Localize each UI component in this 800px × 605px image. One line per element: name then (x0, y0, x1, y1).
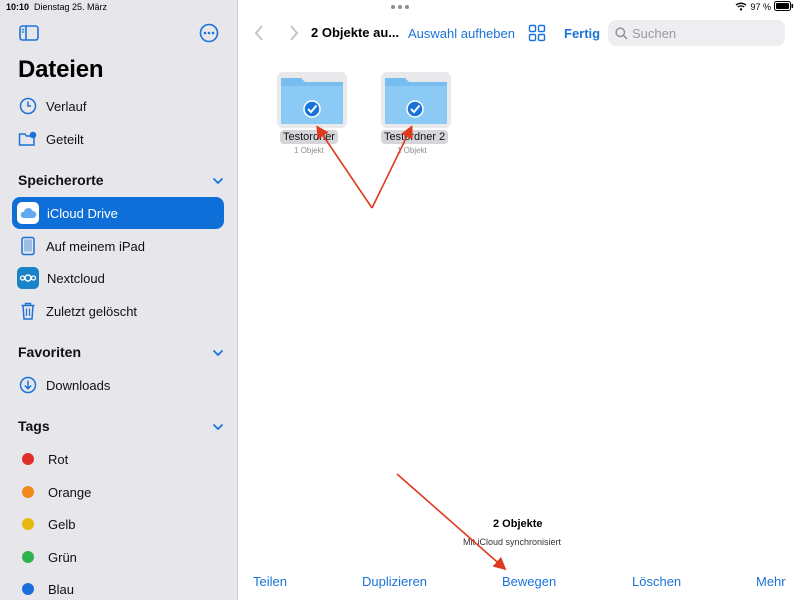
section-heading: Favoriten (18, 344, 82, 360)
chevron-down-icon (212, 418, 224, 434)
wifi-icon (735, 2, 747, 13)
search-icon (615, 26, 628, 40)
sidebar-tag-blau[interactable]: Blau (12, 573, 224, 605)
ipad-icon (18, 236, 38, 256)
sidebar-item-icloud-drive[interactable]: iCloud Drive (12, 197, 224, 229)
sidebar-item-label: Gelb (48, 516, 76, 532)
sidebar: 10:10 Dienstag 25. März Dateien Verlauf … (0, 0, 238, 600)
sidebar-item-label: Zuletzt gelöscht (46, 303, 138, 319)
folder-item[interactable]: Testordner 2 1 Objekt (381, 72, 451, 155)
deselect-button[interactable]: Auswahl aufheben (408, 26, 515, 41)
delete-button[interactable]: Löschen (632, 574, 681, 589)
sidebar-item-verlauf[interactable]: Verlauf (12, 90, 224, 122)
clock-icon (18, 96, 38, 116)
sidebar-item-label: Verlauf (46, 98, 87, 114)
folder-thumbnail (277, 72, 347, 128)
sidebar-item-label: Auf meinem iPad (46, 238, 145, 254)
section-speicherorte[interactable]: Speicherorte (18, 169, 224, 191)
more-button[interactable]: Mehr (756, 574, 786, 589)
folder-item-count: 1 Objekt (294, 146, 324, 155)
sidebar-tag-gruen[interactable]: Grün (12, 541, 224, 573)
tag-color-dot (22, 518, 34, 530)
grid-view-icon[interactable] (528, 24, 546, 42)
tag-color-dot (22, 583, 34, 595)
multitasking-dots-icon[interactable] (390, 4, 410, 10)
nextcloud-icon (17, 267, 39, 289)
more-options-icon[interactable] (198, 22, 220, 44)
duplicate-button[interactable]: Duplizieren (362, 574, 427, 589)
sidebar-item-nextcloud[interactable]: Nextcloud (12, 262, 224, 294)
sidebar-item-label: Blau (48, 581, 75, 597)
section-favoriten[interactable]: Favoriten (18, 341, 224, 363)
sidebar-item-trash[interactable]: Zuletzt gelöscht (12, 295, 224, 327)
tag-color-dot (22, 453, 34, 465)
folder-icon (281, 78, 343, 124)
sidebar-item-label: iCloud Drive (47, 205, 118, 221)
sidebar-item-downloads[interactable]: Downloads (12, 369, 224, 401)
app-title: Dateien (18, 56, 104, 83)
done-button[interactable]: Fertig (564, 26, 600, 41)
sidebar-item-label: Orange (48, 484, 92, 500)
download-icon (18, 375, 38, 395)
tag-color-dot (22, 486, 34, 498)
folder-item-count: 1 Objekt (397, 146, 427, 155)
icloud-icon (17, 202, 39, 224)
folder-name: Testordner (280, 130, 338, 144)
sidebar-item-label: Grün (48, 549, 77, 565)
status-date: Dienstag 25. März (34, 2, 108, 12)
sidebar-item-label: Rot (48, 451, 69, 467)
sidebar-item-geteilt[interactable]: Geteilt (12, 123, 224, 155)
chevron-down-icon (212, 344, 224, 360)
sidebar-tag-rot[interactable]: Rot (12, 443, 224, 475)
sidebar-tag-gelb[interactable]: Gelb (12, 508, 224, 540)
chevron-down-icon (212, 172, 224, 188)
search-input[interactable]: Suchen (608, 20, 785, 46)
sidebar-item-label: Nextcloud (47, 270, 105, 286)
folder-name: Testordner 2 (381, 130, 449, 144)
sidebar-item-label: Downloads (46, 377, 111, 393)
sidebar-item-ipad[interactable]: Auf meinem iPad (12, 230, 224, 262)
folder-icon (385, 78, 447, 124)
selection-count: 2 Objekte (493, 518, 543, 530)
tag-color-dot (22, 551, 34, 563)
battery-icon (774, 1, 794, 13)
move-button[interactable]: Bewegen (502, 574, 556, 589)
section-heading: Tags (18, 418, 50, 434)
back-arrow-icon[interactable] (252, 24, 268, 42)
status-right: 97 % (735, 1, 794, 13)
folder-item[interactable]: Testordner 1 Objekt (277, 72, 347, 155)
forward-arrow-icon[interactable] (285, 24, 301, 42)
sidebar-item-label: Geteilt (46, 131, 84, 147)
share-button[interactable]: Teilen (253, 574, 287, 589)
sync-status: Mit iCloud synchronisiert (463, 537, 562, 547)
status-time: 10:10 (6, 2, 30, 12)
sidebar-tag-orange[interactable]: Orange (12, 476, 224, 508)
section-tags[interactable]: Tags (18, 415, 224, 437)
battery-percent: 97 % (750, 2, 771, 12)
shared-folder-icon (18, 129, 38, 149)
folder-thumbnail (381, 72, 451, 128)
sidebar-toggle-icon[interactable] (18, 22, 40, 44)
trash-icon (18, 301, 38, 321)
section-heading: Speicherorte (18, 172, 104, 188)
search-placeholder: Suchen (632, 25, 677, 41)
toolbar-title: 2 Objekte au... (311, 25, 400, 40)
